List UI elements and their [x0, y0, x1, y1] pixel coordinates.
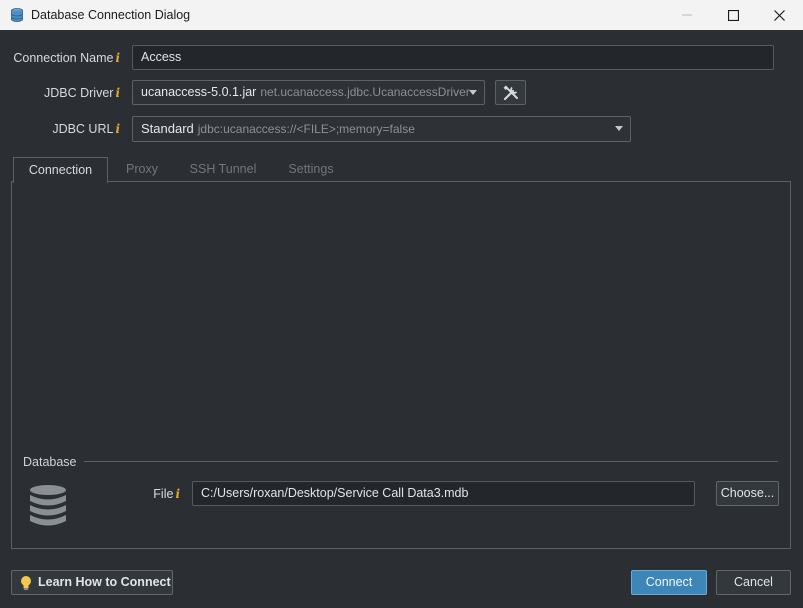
file-label: File i	[120, 487, 180, 501]
window-title: Database Connection Dialog	[31, 8, 191, 22]
cancel-button[interactable]: Cancel	[716, 570, 791, 595]
tab-settings[interactable]: Settings	[280, 157, 342, 182]
jdbc-url-label: JDBC URL i	[0, 122, 120, 136]
lightbulb-icon	[21, 576, 31, 590]
jdbc-url-select[interactable]: Standard jdbc:ucanaccess://<FILE>;memory=…	[132, 116, 631, 142]
connection-name-input[interactable]: Access	[132, 45, 774, 70]
choose-file-button[interactable]: Choose...	[716, 481, 779, 506]
jdbc-driver-select[interactable]: ucanaccess-5.0.1.jar net.ucanaccess.jdbc.…	[132, 80, 485, 105]
jdbc-driver-label-text: JDBC Driver	[43, 86, 114, 100]
database-section-title: Database	[23, 455, 77, 469]
jdbc-url-info-icon[interactable]: i	[115, 122, 120, 136]
maximize-icon	[727, 9, 739, 21]
chevron-down-icon	[615, 126, 623, 131]
jdbc-url-label-text: JDBC URL	[52, 122, 114, 136]
jdbc-driver-class: net.ucanaccess.jdbc.UcanaccessDriver	[260, 85, 470, 99]
close-icon	[773, 9, 785, 21]
close-button[interactable]	[756, 0, 802, 30]
connect-button[interactable]: Connect	[631, 570, 707, 595]
title-bar: Database Connection Dialog	[0, 0, 803, 30]
file-info-icon[interactable]: i	[175, 487, 180, 501]
minimize-icon	[682, 14, 692, 16]
tools-icon	[503, 85, 518, 100]
section-divider	[84, 461, 778, 462]
jdbc-driver-value: ucanaccess-5.0.1.jar	[141, 85, 257, 99]
maximize-button[interactable]	[710, 0, 756, 30]
jdbc-url-value: Standard	[141, 121, 194, 136]
connection-name-label: Connection Name i	[0, 51, 120, 65]
jdbc-driver-label: JDBC Driver i	[0, 86, 120, 100]
database-app-icon	[11, 8, 23, 22]
minimize-button[interactable]	[664, 0, 710, 30]
tab-proxy[interactable]: Proxy	[112, 157, 172, 182]
tab-ssh-tunnel[interactable]: SSH Tunnel	[182, 157, 264, 182]
file-label-text: File	[153, 487, 174, 501]
learn-label: Learn How to Connect	[38, 575, 171, 589]
chevron-down-icon	[469, 90, 477, 95]
jdbc-driver-info-icon[interactable]: i	[115, 86, 120, 100]
file-path-input[interactable]: C:/Users/roxan/Desktop/Service Call Data…	[192, 481, 695, 506]
tab-connection[interactable]: Connection	[13, 157, 108, 183]
connection-name-label-text: Connection Name	[13, 51, 114, 65]
database-icon	[30, 485, 66, 526]
connection-name-info-icon[interactable]: i	[115, 51, 120, 65]
jdbc-url-template: jdbc:ucanaccess://<FILE>;memory=false	[197, 122, 415, 136]
learn-how-to-connect-button[interactable]: Learn How to Connect	[11, 570, 173, 595]
driver-settings-button[interactable]	[495, 80, 526, 105]
